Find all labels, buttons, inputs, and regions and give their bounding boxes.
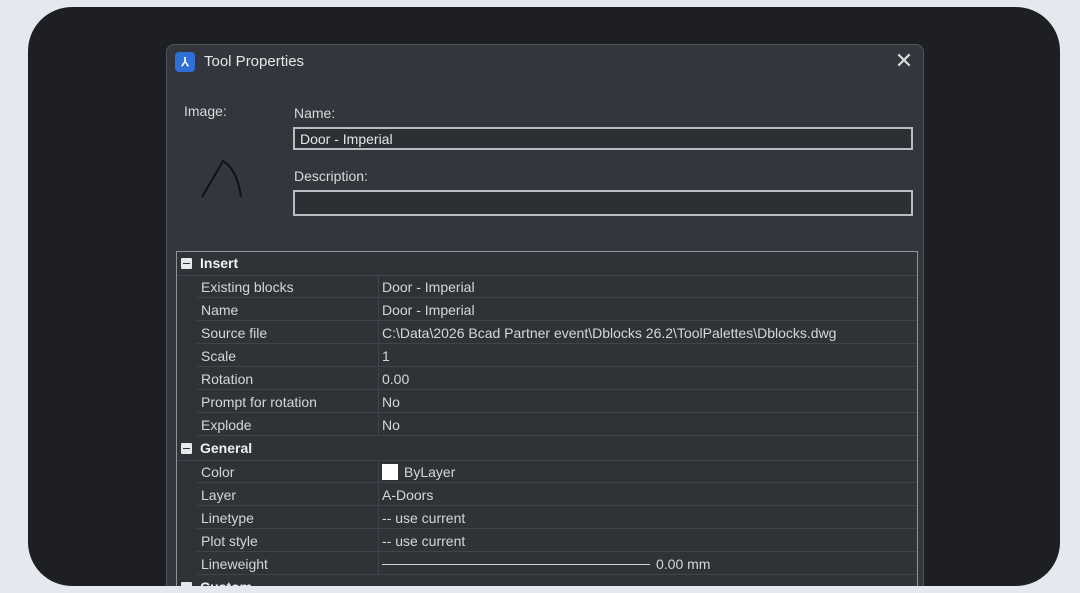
property-value[interactable]: 0.00 mm	[379, 553, 917, 575]
property-value-text: A-Doors	[382, 487, 434, 503]
property-name: Name	[197, 299, 379, 321]
property-value[interactable]: 1	[379, 345, 917, 367]
property-name: Source file	[197, 322, 379, 344]
property-row-scale[interactable]: Scale 1	[177, 345, 917, 368]
property-value-text: -- use current	[382, 533, 466, 549]
property-value-text: Door - Imperial	[382, 279, 475, 295]
property-name: Rotation	[197, 368, 379, 390]
properties-grid: Insert Existing blocks Door - Imperial Name…	[176, 251, 918, 586]
section-insert[interactable]: Insert	[177, 252, 917, 276]
property-value[interactable]: 0.00	[379, 368, 917, 390]
section-custom[interactable]: Custom	[177, 576, 917, 586]
video-frame: ⅄ Tool Properties ✕ Image: Name: Descrip…	[28, 7, 1060, 586]
property-row-layer[interactable]: Layer A-Doors	[177, 484, 917, 507]
property-value-text: ByLayer	[404, 464, 456, 480]
property-value-text: No	[382, 394, 400, 410]
property-value-text: Door - Imperial	[382, 302, 475, 318]
close-icon[interactable]: ✕	[891, 48, 917, 74]
property-value-text: 1	[382, 348, 390, 364]
collapse-icon[interactable]	[181, 258, 192, 269]
collapse-icon[interactable]	[181, 582, 192, 586]
block-preview-image	[201, 159, 242, 198]
property-value[interactable]: A-Doors	[379, 484, 917, 506]
property-name: Linetype	[197, 507, 379, 529]
section-title: Custom	[200, 579, 252, 586]
property-value[interactable]: No	[379, 391, 917, 413]
property-value-text: -- use current	[382, 510, 466, 526]
title-bar: ⅄ Tool Properties ✕	[167, 45, 923, 78]
property-name: Color	[197, 461, 379, 483]
property-row-existing-blocks[interactable]: Existing blocks Door - Imperial	[177, 276, 917, 299]
description-field[interactable]	[293, 190, 913, 216]
property-row-plot-style[interactable]: Plot style -- use current	[177, 530, 917, 553]
dialog-title: Tool Properties	[204, 53, 305, 70]
description-label: Description:	[294, 168, 368, 184]
property-row-rotation[interactable]: Rotation 0.00	[177, 368, 917, 391]
color-swatch	[382, 464, 398, 480]
property-name: Explode	[197, 414, 379, 436]
property-value[interactable]: No	[379, 414, 917, 436]
property-value-text: C:\Data\2026 Bcad Partner event\Dblocks …	[382, 325, 837, 341]
property-value[interactable]: ByLayer	[379, 461, 917, 483]
tool-properties-dialog: ⅄ Tool Properties ✕ Image: Name: Descrip…	[166, 44, 924, 586]
property-row-prompt-for-rotation[interactable]: Prompt for rotation No	[177, 391, 917, 414]
app-logo-icon: ⅄	[175, 52, 195, 72]
name-field[interactable]	[293, 127, 913, 150]
name-label: Name:	[294, 105, 336, 121]
collapse-icon[interactable]	[181, 443, 192, 454]
property-row-name[interactable]: Name Door - Imperial	[177, 299, 917, 322]
image-label: Image:	[184, 103, 227, 119]
property-value[interactable]: Door - Imperial	[379, 276, 917, 298]
property-value-text: 0.00	[382, 371, 410, 387]
property-row-source-file[interactable]: Source file C:\Data\2026 Bcad Partner eve…	[177, 322, 917, 345]
property-name: Lineweight	[197, 553, 379, 575]
property-name: Prompt for rotation	[197, 391, 379, 413]
property-value-text: 0.00 mm	[656, 556, 711, 572]
property-name: Scale	[197, 345, 379, 367]
lineweight-preview-line	[382, 564, 650, 565]
section-title: General	[200, 440, 253, 456]
property-name: Layer	[197, 484, 379, 506]
property-row-explode[interactable]: Explode No	[177, 414, 917, 437]
property-row-color[interactable]: Color ByLayer	[177, 461, 917, 484]
property-value[interactable]: -- use current	[379, 507, 917, 529]
property-row-lineweight[interactable]: Lineweight 0.00 mm	[177, 553, 917, 576]
section-title: Insert	[200, 255, 239, 271]
property-value[interactable]: C:\Data\2026 Bcad Partner event\Dblocks …	[379, 322, 917, 344]
property-value[interactable]: -- use current	[379, 530, 917, 552]
property-row-linetype[interactable]: Linetype -- use current	[177, 507, 917, 530]
property-value-text: No	[382, 417, 400, 433]
property-value[interactable]: Door - Imperial	[379, 299, 917, 321]
door-symbol-icon	[201, 159, 242, 198]
property-name: Existing blocks	[197, 276, 379, 298]
property-name: Plot style	[197, 530, 379, 552]
section-general[interactable]: General	[177, 437, 917, 461]
